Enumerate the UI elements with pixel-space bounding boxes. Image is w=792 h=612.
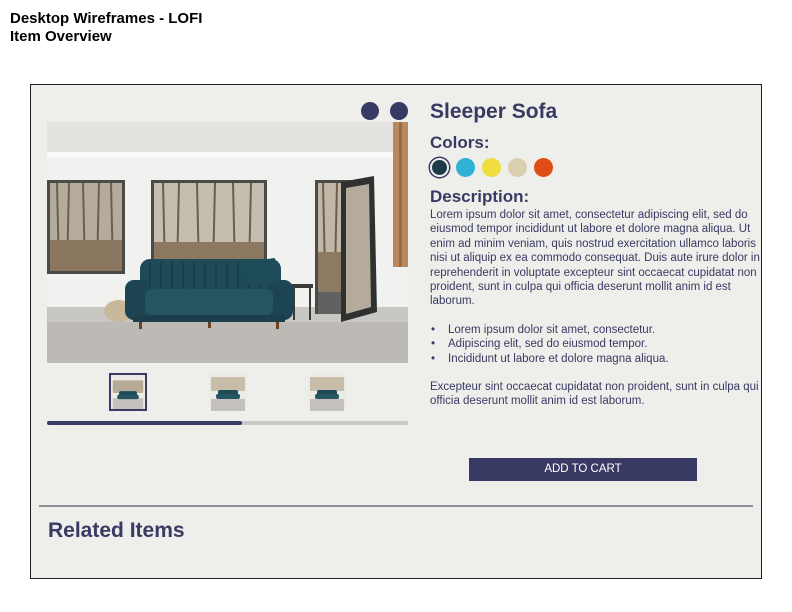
feature-list: Lorem ipsum dolor sit amet, consectetur.… — [430, 323, 760, 367]
feature-item: Adipiscing elit, sed do eiusmod tempor. — [430, 337, 760, 352]
color-swatches — [430, 158, 553, 177]
product-hero-image[interactable] — [47, 122, 408, 363]
description-block: Lorem ipsum dolor sit amet, consectetur … — [430, 208, 760, 409]
thumbnail-2-image — [209, 373, 247, 411]
description-label: Description: — [430, 187, 530, 206]
color-swatch-2[interactable] — [456, 158, 475, 177]
item-overview-frame: Sleeper Sofa Colors: Description: Lorem … — [30, 84, 762, 579]
color-swatch-1[interactable] — [430, 158, 449, 177]
gallery-progress-fill — [47, 421, 242, 425]
color-swatch-5[interactable] — [534, 158, 553, 177]
add-to-cart-button[interactable]: ADD TO CART — [469, 458, 697, 481]
related-items-heading: Related Items — [48, 519, 185, 542]
top-dot-2[interactable] — [390, 102, 408, 120]
description-text: Lorem ipsum dolor sit amet, consectetur … — [430, 209, 760, 308]
section-divider — [39, 505, 753, 507]
gallery-progress-bar[interactable] — [47, 421, 408, 425]
color-swatch-3[interactable] — [482, 158, 501, 177]
feature-item: Incididunt ut labore et dolore magna ali… — [430, 352, 760, 367]
top-dot-indicators — [361, 102, 408, 120]
thumbnail-2[interactable] — [209, 373, 247, 411]
description-footer-text: Excepteur sint occaecat cupidatat non pr… — [430, 381, 759, 408]
product-title: Sleeper Sofa — [430, 100, 558, 123]
thumbnail-3-image — [308, 373, 346, 411]
thumbnail-1-image — [111, 375, 145, 409]
feature-item: Lorem ipsum dolor sit amet, consectetur. — [430, 323, 760, 338]
thumbnail-strip — [109, 373, 349, 411]
sofa-room-photo — [47, 122, 408, 363]
document-title: Desktop Wireframes - LOFI Item Overview — [10, 10, 202, 46]
colors-label: Colors: — [430, 133, 490, 152]
thumbnail-1[interactable] — [109, 373, 147, 411]
document-title-line1: Desktop Wireframes - LOFI — [10, 10, 203, 27]
top-dot-1[interactable] — [361, 102, 379, 120]
color-swatch-4[interactable] — [508, 158, 527, 177]
document-subtitle: Item Overview — [10, 28, 112, 45]
thumbnail-3[interactable] — [308, 373, 346, 411]
